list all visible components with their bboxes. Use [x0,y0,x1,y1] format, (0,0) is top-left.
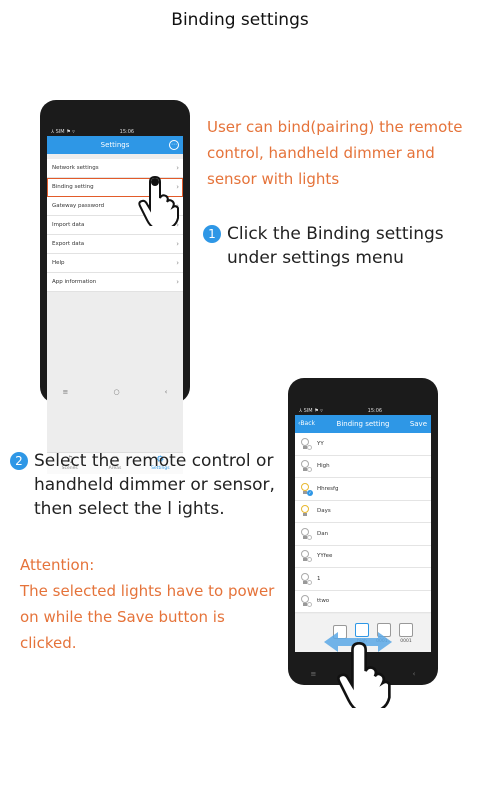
chevron-right-icon: › [176,240,179,248]
bulb-icon [299,437,312,451]
binding-screen: ⅄ SIM ⚑ ▿ 15:06 ‹Back Binding setting Sa… [295,408,431,652]
attention-note: Attention: The selected lights have to p… [20,552,282,656]
bulb-icon [299,549,312,563]
status-time: 15:06 [367,408,383,414]
light-row-yy[interactable]: YY [295,433,431,456]
back-button[interactable]: ‹Back [298,415,315,433]
light-row-hhresfg[interactable]: ✓ Hhresfg [295,478,431,501]
save-button[interactable]: Save [410,415,427,433]
attention-title: Attention: [20,556,95,574]
binding-app-bar: ‹Back Binding setting Save [295,415,431,433]
status-bar: ⅄ SIM ⚑ ▿ 15:06 [47,129,183,136]
menu-item-export-data[interactable]: Export data › [47,235,183,254]
bulb-icon [299,572,312,586]
step-2-text: Select the remote control or handheld di… [34,451,275,519]
binding-title: Binding setting [336,420,390,428]
bulb-icon [299,527,312,541]
phone-softkeys: ≡ ○ ‹ [40,381,190,403]
chevron-right-icon: › [176,259,179,267]
light-row-high[interactable]: High [295,456,431,478]
chevron-right-icon: › [176,278,179,286]
page-title: Binding settings [171,10,309,30]
step-1: 1 Click the Binding settings under setti… [203,222,473,270]
settings-app-bar: Settings ⋯ [47,136,183,154]
status-bar: ⅄ SIM ⚑ ▿ 15:06 [295,408,431,415]
bulb-icon [299,594,312,608]
back-key-icon[interactable]: ‹ [413,670,416,678]
light-row-dan[interactable]: Dan [295,523,431,546]
status-left: ⅄ SIM ⚑ ▿ [51,129,75,135]
tap-hand-icon [138,176,179,226]
intro-text: User can bind(pairing) the remote contro… [207,118,463,188]
attention-text: The selected lights have to power on whi… [20,582,275,652]
bulb-selected-icon: ✓ [299,482,313,496]
light-list: YY High ✓ Hhresfg Days Dan YYfee 1 ttwo [295,433,431,613]
settings-title: Settings [100,141,130,149]
menu-key-icon[interactable]: ≡ [311,670,317,678]
phone-settings-mockup: ⅄ SIM ⚑ ▿ 15:06 Settings ⋯ Network setti… [40,100,190,474]
light-row-ttwo[interactable]: ttwo [295,591,431,613]
step-number-badge: 1 [203,225,221,243]
home-key-icon[interactable]: ○ [113,388,119,396]
step-1-text: Click the Binding settings under setting… [227,224,444,268]
more-icon[interactable]: ⋯ [169,140,179,150]
device-item-0001b[interactable]: 0001 [397,622,415,644]
light-row-days[interactable]: Days [295,501,431,523]
status-time: 15:06 [119,129,135,135]
menu-item-app-information[interactable]: App information › [47,273,183,292]
back-key-icon[interactable]: ‹ [165,388,168,396]
step-number-badge: 2 [10,452,28,470]
swipe-hand-icon [337,642,391,708]
step-2: 2 Select the remote control or handheld … [10,449,290,521]
light-row-yyfee[interactable]: YYfee [295,546,431,568]
bulb-icon [299,504,311,518]
light-row-1[interactable]: 1 [295,568,431,591]
status-left: ⅄ SIM ⚑ ▿ [299,408,323,414]
menu-item-help[interactable]: Help › [47,254,183,273]
menu-key-icon[interactable]: ≡ [63,388,69,396]
bulb-icon [299,459,312,473]
